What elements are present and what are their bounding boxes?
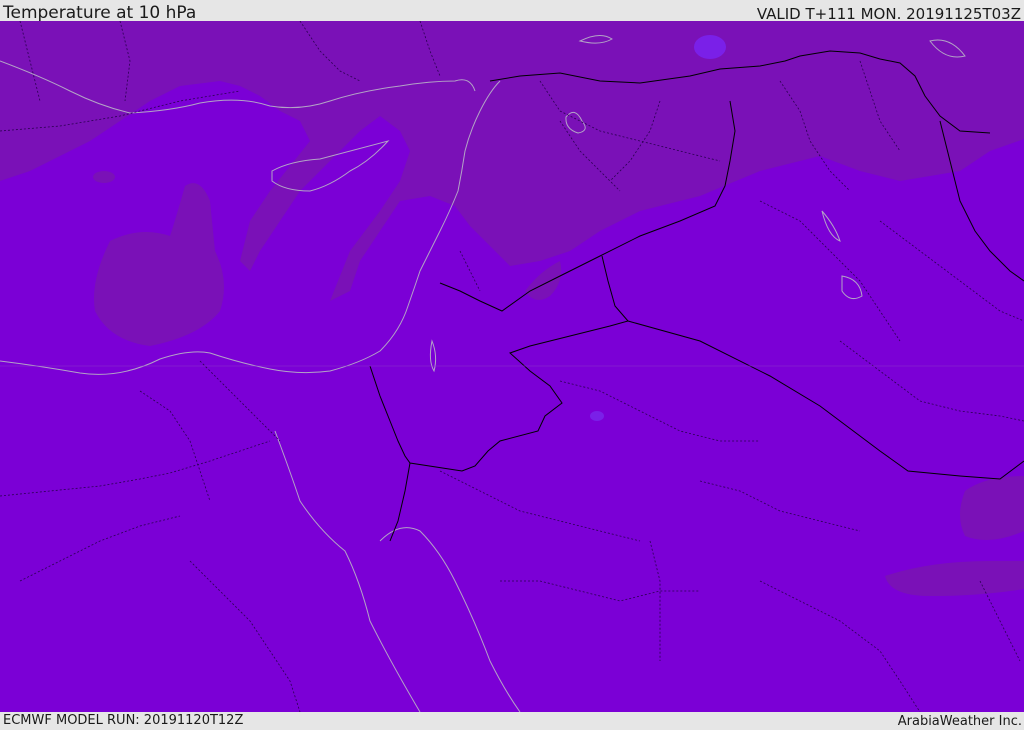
map-figure: Temperature at 10 hPa VALID T+111 MON. 2… — [0, 0, 1024, 729]
model-run-label: ECMWF MODEL RUN: 20191120T12Z — [3, 713, 244, 728]
credit-label: ArabiaWeather Inc. — [897, 714, 1022, 729]
header-bar: Temperature at 10 hPa VALID T+111 MON. 2… — [0, 0, 1024, 23]
map-canvas — [0, 21, 1024, 712]
footer-bar: ECMWF MODEL RUN: 20191120T12Z ArabiaWeat… — [0, 712, 1024, 729]
map-svg — [0, 21, 1024, 712]
map-title: Temperature at 10 hPa — [3, 3, 197, 23]
